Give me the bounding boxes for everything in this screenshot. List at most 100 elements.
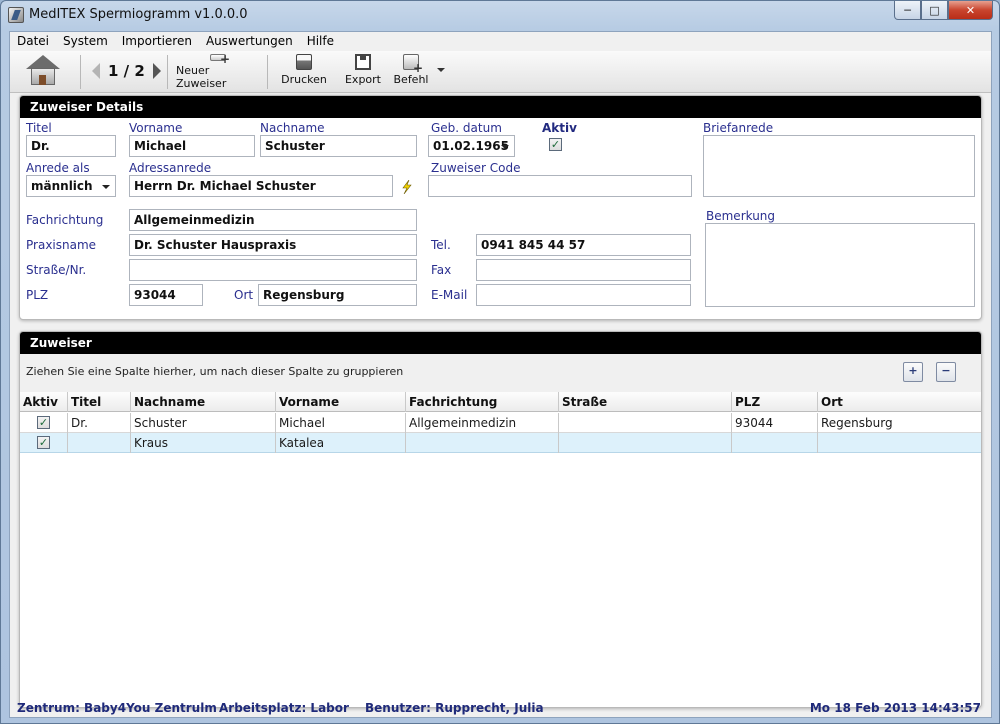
address-salutation-label: Adressanrede [129,161,212,175]
minimize-button[interactable]: ─ [894,1,921,20]
column-header-last-name[interactable]: Nachname [131,392,276,412]
title-bar[interactable]: MedITEX Spermiogramm v1.0.0.0 ─ □ ✕ [1,1,999,29]
command-button[interactable]: Befehl [392,54,430,90]
collapse-all-button[interactable]: − [936,362,956,382]
new-referrer-label: Neuer Zuweiser [176,64,227,90]
salutation-as-value: männlich [31,179,93,193]
menu-system[interactable]: System [56,32,115,51]
zip-cell: 93044 [732,413,818,433]
referrer-code-field[interactable] [428,175,692,197]
email-field[interactable] [476,284,691,306]
details-header: Zuweiser Details [20,96,981,118]
practice-name-label: Praxisname [26,238,97,252]
app-window: MedITEX Spermiogramm v1.0.0.0 ─ □ ✕ Date… [0,0,1000,724]
column-header-active[interactable]: Aktiv [20,392,68,412]
column-header-title[interactable]: Titel [68,392,131,412]
column-header-first-name[interactable]: Vorname [276,392,406,412]
city-cell [818,433,981,453]
toolbar-separator [167,55,168,89]
status-user: Benutzer: Rupprecht, Julia [365,701,544,715]
previous-page-icon[interactable] [92,63,100,79]
specialty-cell: Allgemeinmedizin [406,413,559,433]
toolbar-separator [267,55,268,89]
practice-name-field[interactable]: Dr. Schuster Hauspraxis [129,234,417,256]
last-name-label: Nachname [260,121,325,135]
status-datetime: Mo 18 Feb 2013 14:43:57 [809,701,981,715]
title-cell: Dr. [68,413,131,433]
active-cell: ✓ [20,433,68,453]
column-header-specialty[interactable]: Fachrichtung [406,392,559,412]
phone-field[interactable]: 0941 845 44 57 [476,234,691,256]
menu-hilfe[interactable]: Hilfe [300,32,341,51]
street-cell [559,413,732,433]
first-name-field[interactable]: Michael [129,135,255,157]
toolbar-separator [80,55,81,89]
print-button[interactable]: Drucken [281,54,327,90]
close-button[interactable]: ✕ [948,1,993,20]
birth-date-label: Geb. datum [431,121,502,135]
chevron-down-icon[interactable] [102,185,110,189]
row-active-checkbox[interactable]: ✓ [37,416,50,429]
birth-date-value: 01.02.1965 [433,139,509,153]
client-area: Datei System Importieren Auswertungen Hi… [9,31,992,718]
column-header-city[interactable]: Ort [818,392,981,412]
command-label: Befehl [393,73,429,86]
column-header-street[interactable]: Straße [559,392,732,412]
export-button[interactable]: Export [344,54,382,90]
maximize-icon: □ [929,3,940,17]
referrer-code-label: Zuweiser Code [431,161,521,175]
active-checkbox[interactable]: ✓ [549,138,562,151]
row-active-checkbox[interactable]: ✓ [37,436,50,449]
expand-all-button[interactable]: + [903,362,923,382]
email-label: E-Mail [431,288,468,302]
referrer-details-panel: Zuweiser Details Titel Dr. Vorname Micha… [19,95,982,320]
date-dropdown-icon[interactable] [501,145,509,149]
table-row[interactable]: ✓ Kraus Katalea [20,433,981,453]
zip-label: PLZ [26,288,49,302]
grid-header-row: Aktiv Titel Nachname Vorname Fachrichtun… [20,392,981,412]
city-label: Ort [234,288,254,302]
specialty-label: Fachrichtung [26,213,104,227]
fax-field[interactable] [476,259,691,281]
page-indicator: 1 / 2 [108,62,145,80]
city-field[interactable]: Regensburg [258,284,417,306]
first-name-cell: Michael [276,413,406,433]
maximize-button[interactable]: □ [921,1,948,20]
phone-label: Tel. [431,238,451,252]
status-center: Zentrum: Baby4You Zentrulm [17,701,217,715]
remark-label: Bemerkung [706,209,776,223]
last-name-field[interactable]: Schuster [260,135,417,157]
list-header: Zuweiser [20,332,981,354]
zip-field[interactable]: 93044 [129,284,203,306]
first-name-cell: Katalea [276,433,406,453]
street-field[interactable] [129,259,417,281]
home-button[interactable] [24,53,62,89]
remark-field[interactable] [705,223,975,307]
menu-bar: Datei System Importieren Auswertungen Hi… [10,32,991,51]
command-dropdown-icon[interactable] [437,68,445,72]
table-row[interactable]: ✓ Dr. Schuster Michael Allgemeinmedizin … [20,413,981,433]
specialty-field[interactable]: Allgemeinmedizin [129,209,417,231]
menu-datei[interactable]: Datei [10,32,56,51]
window-controls: ─ □ ✕ [894,1,993,20]
last-name-cell: Schuster [131,413,276,433]
menu-importieren[interactable]: Importieren [115,32,199,51]
title-field[interactable]: Dr. [26,135,116,157]
status-workplace: Arbeitsplatz: Labor [219,701,349,715]
address-salutation-field[interactable]: Herrn Dr. Michael Schuster [129,175,393,197]
salutation-as-select[interactable]: männlich [26,175,116,197]
first-name-label: Vorname [129,121,183,135]
letter-salutation-field[interactable] [703,135,975,197]
new-referrer-button[interactable]: Neuer Zuweiser [176,52,260,90]
menu-auswertungen[interactable]: Auswertungen [199,32,300,51]
export-label: Export [344,73,381,86]
app-icon[interactable] [8,7,24,23]
window-title: MedITEX Spermiogramm v1.0.0.0 [29,7,248,22]
birth-date-field[interactable]: 01.02.1965 [428,135,515,157]
column-header-zip[interactable]: PLZ [732,392,818,412]
print-label: Drucken [281,73,327,86]
next-page-icon[interactable] [152,63,161,79]
city-cell: Regensburg [821,416,893,430]
lightning-icon[interactable] [400,180,414,194]
zip-cell [732,433,818,453]
